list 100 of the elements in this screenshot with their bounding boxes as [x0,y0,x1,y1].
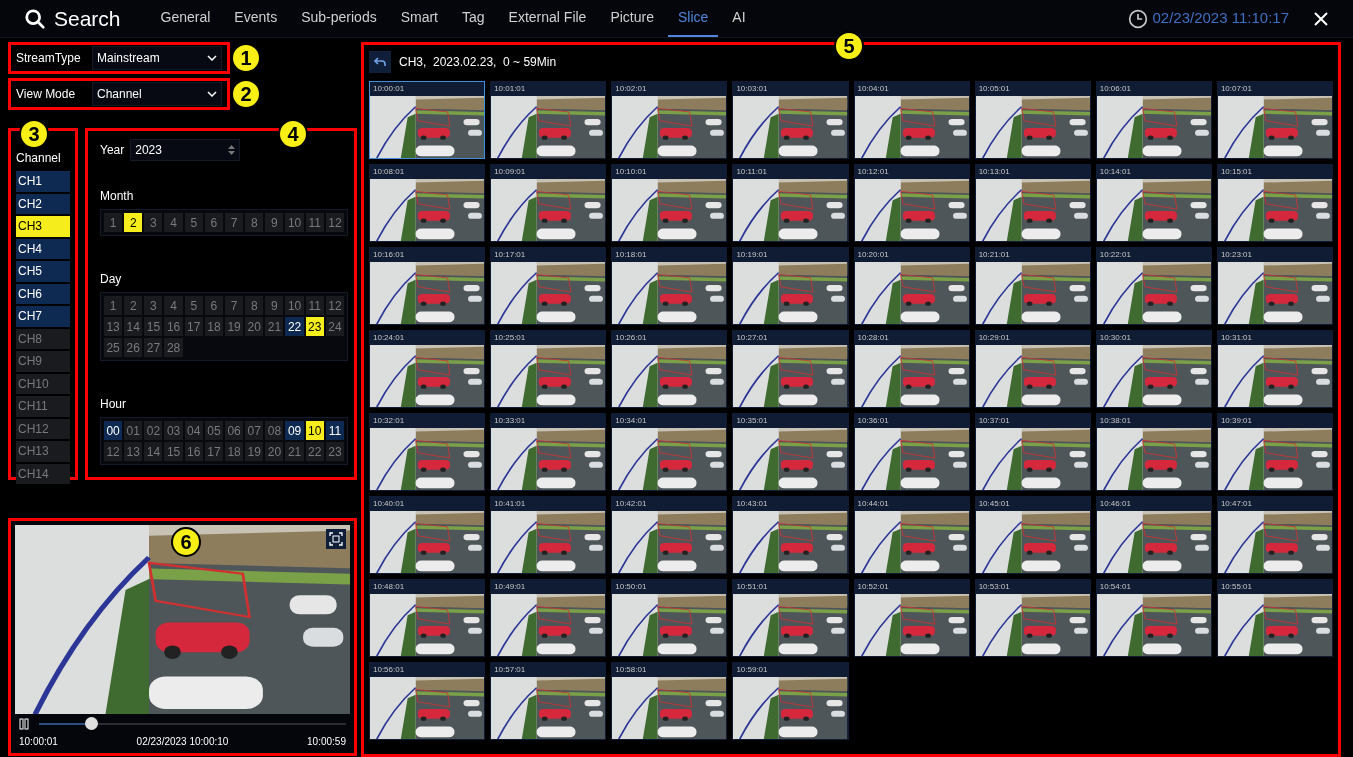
date-cell[interactable]: 5 [184,296,203,315]
slice-thumbnail[interactable]: 10:26:01 [611,330,728,408]
date-cell[interactable]: 7 [225,296,244,315]
slice-thumbnail[interactable]: 10:36:01 [853,413,970,491]
date-cell[interactable]: 17 [184,317,203,336]
date-cell[interactable]: 14 [144,442,163,461]
slice-thumbnail[interactable]: 10:27:01 [732,330,849,408]
date-cell[interactable]: 18 [204,317,223,336]
slice-thumbnail[interactable]: 10:29:01 [974,330,1091,408]
slice-thumbnail[interactable]: 10:06:01 [1095,81,1212,159]
date-cell[interactable]: 16 [164,317,183,336]
slice-thumbnail[interactable]: 10:48:01 [369,579,486,657]
channel-item[interactable]: CH13 [16,441,70,462]
channel-item[interactable]: CH1 [16,171,70,192]
slice-thumbnail[interactable]: 10:54:01 [1095,579,1212,657]
slice-thumbnail[interactable]: 10:41:01 [490,496,607,574]
slice-thumbnail[interactable]: 10:00:01 [369,81,486,159]
slice-thumbnail[interactable]: 10:11:01 [732,164,849,242]
date-cell[interactable]: 15 [144,317,163,336]
date-cell[interactable]: 5 [184,213,203,232]
slice-thumbnail[interactable]: 10:28:01 [853,330,970,408]
back-button[interactable] [369,51,391,73]
slice-thumbnail[interactable]: 10:19:01 [732,247,849,325]
date-cell[interactable]: 20 [245,317,264,336]
date-cell[interactable]: 02 [144,421,163,440]
channel-item[interactable]: CH14 [16,463,70,484]
channel-item[interactable]: CH6 [16,283,70,304]
slice-thumbnail[interactable]: 10:15:01 [1216,164,1333,242]
tab[interactable]: AI [722,0,756,37]
slice-thumbnail[interactable]: 10:55:01 [1216,579,1333,657]
slice-thumbnail[interactable]: 10:32:01 [369,413,486,491]
date-cell[interactable]: 18 [225,442,244,461]
slice-thumbnail[interactable]: 10:31:01 [1216,330,1333,408]
slice-thumbnail[interactable]: 10:46:01 [1095,496,1212,574]
tab[interactable]: Events [224,0,288,37]
date-cell[interactable]: 6 [204,296,223,315]
slice-thumbnail[interactable]: 10:08:01 [369,164,486,242]
slice-thumbnail[interactable]: 10:52:01 [853,579,970,657]
tab[interactable]: Smart [390,0,448,37]
slice-thumbnail[interactable]: 10:37:01 [974,413,1091,491]
date-cell[interactable]: 22 [305,442,324,461]
slice-thumbnail[interactable]: 10:12:01 [853,164,970,242]
slice-thumbnail[interactable]: 10:47:01 [1216,496,1333,574]
channel-item[interactable]: CH7 [16,306,70,327]
slice-thumbnail[interactable]: 10:34:01 [611,413,728,491]
pause-icon[interactable] [19,718,29,731]
tab[interactable]: Slice [668,0,719,37]
channel-item[interactable]: CH8 [16,328,70,349]
date-cell[interactable]: 01 [124,421,143,440]
slice-thumbnail[interactable]: 10:16:01 [369,247,486,325]
date-cell[interactable]: 00 [104,421,123,440]
date-cell[interactable]: 1 [104,296,123,315]
slice-thumbnail[interactable]: 10:53:01 [974,579,1091,657]
slice-thumbnail[interactable]: 10:43:01 [732,496,849,574]
slice-thumbnail[interactable]: 10:33:01 [490,413,607,491]
slice-thumbnail[interactable]: 10:21:01 [974,247,1091,325]
channel-item[interactable]: CH2 [16,193,70,214]
slice-thumbnail[interactable]: 10:25:01 [490,330,607,408]
channel-item[interactable]: CH9 [16,351,70,372]
date-cell[interactable]: 13 [104,317,123,336]
date-cell[interactable]: 2 [124,213,143,232]
slice-thumbnail[interactable]: 10:38:01 [1095,413,1212,491]
date-cell[interactable]: 12 [325,296,344,315]
date-cell[interactable]: 11 [305,296,324,315]
date-cell[interactable]: 8 [245,296,264,315]
close-icon[interactable] [1313,10,1329,27]
date-cell[interactable]: 05 [204,421,223,440]
date-cell[interactable]: 21 [285,442,304,461]
date-cell[interactable]: 4 [164,213,183,232]
date-cell[interactable]: 19 [245,442,264,461]
slice-thumbnail[interactable]: 10:01:01 [490,81,607,159]
slice-thumbnail[interactable]: 10:58:01 [611,662,728,740]
channel-item[interactable]: CH5 [16,261,70,282]
channel-item[interactable]: CH10 [16,373,70,394]
date-cell[interactable]: 20 [265,442,284,461]
slice-thumbnail[interactable]: 10:50:01 [611,579,728,657]
channel-item[interactable]: CH12 [16,418,70,439]
slice-thumbnail[interactable]: 10:24:01 [369,330,486,408]
date-cell[interactable]: 2 [124,296,143,315]
slice-thumbnail[interactable]: 10:07:01 [1216,81,1333,159]
date-cell[interactable]: 10 [285,213,304,232]
date-cell[interactable]: 19 [225,317,244,336]
date-cell[interactable]: 13 [124,442,143,461]
date-cell[interactable]: 14 [124,317,143,336]
slice-thumbnail[interactable]: 10:02:01 [611,81,728,159]
date-cell[interactable]: 10 [305,421,324,440]
slice-thumbnail[interactable]: 10:40:01 [369,496,486,574]
date-cell[interactable]: 06 [225,421,244,440]
date-cell[interactable]: 25 [104,338,123,357]
date-cell[interactable]: 27 [144,338,163,357]
channel-item[interactable]: CH4 [16,238,70,259]
date-cell[interactable]: 7 [225,213,244,232]
slice-thumbnail[interactable]: 10:44:01 [853,496,970,574]
slice-thumbnail[interactable]: 10:51:01 [732,579,849,657]
date-cell[interactable]: 9 [265,296,284,315]
slice-thumbnail[interactable]: 10:13:01 [974,164,1091,242]
tab[interactable]: Tag [452,0,495,37]
date-cell[interactable]: 04 [184,421,203,440]
slice-thumbnail[interactable]: 10:35:01 [732,413,849,491]
date-cell[interactable]: 11 [325,421,344,440]
